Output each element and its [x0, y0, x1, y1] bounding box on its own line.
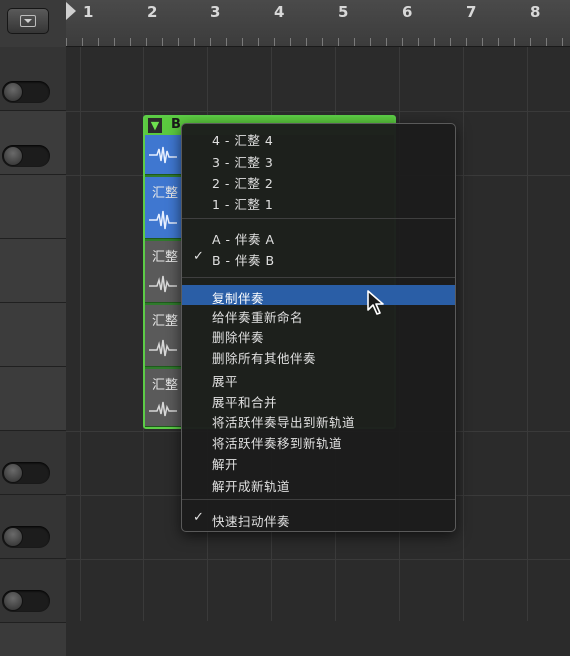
take-lane[interactable]: 汇整 — [145, 305, 181, 367]
menu-item-flatten[interactable]: 展平 — [212, 371, 238, 390]
menu-item-comp-a[interactable]: A - 伴奏 A — [212, 229, 275, 248]
take-label: 汇整 — [152, 250, 179, 265]
track-toggle[interactable] — [2, 145, 50, 167]
comp-letter: B — [171, 117, 181, 132]
menu-item-take-3[interactable]: 3 - 汇整 3 — [212, 152, 273, 171]
checkmark-icon: ✓ — [193, 249, 204, 264]
take-lane[interactable]: 汇整 — [145, 177, 181, 239]
track-toggle[interactable] — [2, 590, 50, 612]
take-lane[interactable]: 汇整 — [145, 241, 181, 303]
track-toggle[interactable] — [2, 81, 50, 103]
bar-number: 7 — [466, 3, 477, 21]
waveform-icon — [149, 146, 177, 164]
waveform-icon — [149, 210, 177, 230]
collapse-button[interactable] — [7, 8, 49, 34]
bar-number: 4 — [274, 3, 285, 21]
menu-item-duplicate-comp[interactable]: 复制伴奏 — [212, 288, 264, 307]
bar-number: 2 — [147, 3, 158, 21]
menu-separator — [182, 218, 455, 219]
take-lane-header — [0, 367, 66, 431]
ruler-ticks — [66, 38, 570, 46]
bar-number: 6 — [402, 3, 413, 21]
menu-item-quick-swipe-comping[interactable]: 快速扫动伴奏 — [212, 511, 290, 530]
menu-item-delete-other-comps[interactable]: 删除所有其他伴奏 — [212, 348, 316, 367]
track-toggle[interactable] — [2, 462, 50, 484]
menu-item-comp-b[interactable]: B - 伴奏 B — [212, 250, 275, 269]
take-label: 汇整 — [152, 378, 179, 393]
mouse-pointer-icon — [367, 290, 384, 315]
menu-separator — [182, 277, 455, 278]
menu-item-rename-comp[interactable]: 给伴奏重新命名 — [212, 307, 303, 326]
menu-item-take-2[interactable]: 2 - 汇整 2 — [212, 173, 273, 192]
bar-number: 8 — [530, 3, 541, 21]
menu-item-take-4[interactable]: 4 - 汇整 4 — [212, 130, 273, 149]
menu-item-unpack-to-new-tracks[interactable]: 解开成新轨道 — [212, 476, 290, 495]
take-lane-header — [0, 303, 66, 367]
take-label: 汇整 — [152, 186, 179, 201]
take-lane-header — [0, 175, 66, 239]
collapse-icon — [20, 15, 36, 27]
menu-separator — [182, 499, 455, 500]
take-lane[interactable]: 汇整 — [145, 369, 181, 427]
bar-number: 5 — [338, 3, 349, 21]
track-toggle[interactable] — [2, 526, 50, 548]
playhead-icon[interactable] — [66, 2, 76, 20]
bar-number: 1 — [83, 3, 94, 21]
waveform-icon — [149, 339, 177, 357]
bar-number: 3 — [210, 3, 221, 21]
waveform-icon — [149, 275, 177, 293]
menu-item-flatten-and-merge[interactable]: 展平和合并 — [212, 392, 277, 411]
menu-item-export-comp-to-new-track[interactable]: 将活跃伴奏导出到新轨道 — [212, 412, 355, 431]
take-lane-header — [0, 239, 66, 303]
menu-item-delete-comp[interactable]: 删除伴奏 — [212, 327, 264, 346]
menu-item-unpack[interactable]: 解开 — [212, 454, 238, 473]
checkmark-icon: ✓ — [193, 510, 204, 525]
disclosure-triangle-icon[interactable]: ▼ — [148, 118, 162, 133]
comp-lane[interactable] — [145, 135, 181, 175]
menu-item-move-comp-to-new-track[interactable]: 将活跃伴奏移到新轨道 — [212, 433, 342, 452]
waveform-icon — [149, 401, 177, 417]
menu-item-take-1[interactable]: 1 - 汇整 1 — [212, 194, 273, 213]
take-label: 汇整 — [152, 314, 179, 329]
